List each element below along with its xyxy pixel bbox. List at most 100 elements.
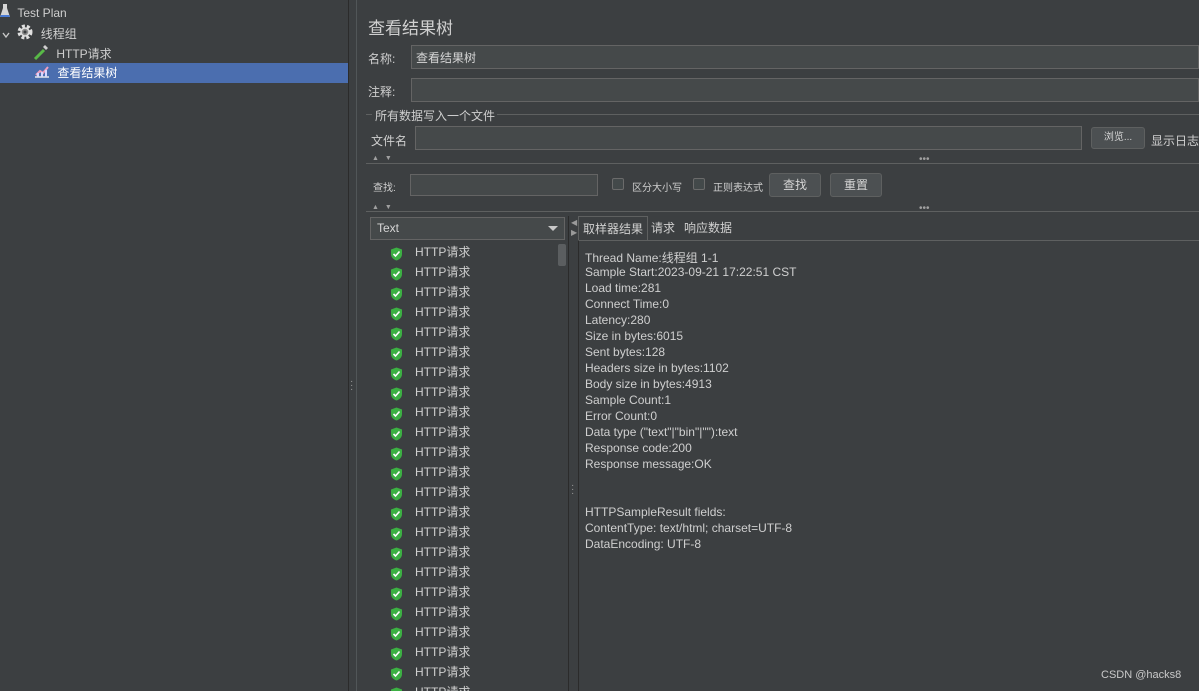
success-shield-icon xyxy=(390,323,409,343)
case-sensitive-checkbox[interactable] xyxy=(612,178,624,190)
success-shield-icon xyxy=(390,643,409,663)
file-name-field[interactable] xyxy=(415,126,1082,150)
result-item[interactable]: HTTP请求 xyxy=(370,562,568,582)
collapse-arrows-icon[interactable]: ▲ ▼ xyxy=(372,204,394,211)
sampler-result-line: Headers size in bytes:1102 xyxy=(585,361,729,375)
result-item-label: HTTP请求 xyxy=(415,405,471,419)
success-shield-icon xyxy=(390,523,409,543)
search-label: 查找: xyxy=(373,183,396,194)
result-item[interactable]: HTTP请求 xyxy=(370,402,568,422)
success-shield-icon xyxy=(390,503,409,523)
collapse-arrows-icon[interactable]: ▲ ▼ xyxy=(372,155,394,162)
result-item[interactable]: HTTP请求 xyxy=(370,662,568,682)
result-item[interactable]: HTTP请求 xyxy=(370,602,568,622)
result-item[interactable]: HTTP请求 xyxy=(370,382,568,402)
renderer-selected-value: Text xyxy=(377,221,400,235)
divider-grip-icon[interactable]: ••• xyxy=(919,203,930,214)
search-input[interactable] xyxy=(410,174,598,196)
result-item[interactable]: HTTP请求 xyxy=(370,422,568,442)
result-item[interactable]: HTTP请求 xyxy=(370,642,568,662)
tree-node-http-request[interactable]: HTTP请求 xyxy=(0,43,348,63)
result-item[interactable]: HTTP请求 xyxy=(370,582,568,602)
success-shield-icon xyxy=(390,543,409,563)
result-item-label: HTTP请求 xyxy=(415,645,471,659)
result-item[interactable]: HTTP请求 xyxy=(370,262,568,282)
chevron-down-icon[interactable] xyxy=(2,25,10,45)
result-item[interactable]: HTTP请求 xyxy=(370,482,568,502)
browse-button[interactable]: 浏览... xyxy=(1091,127,1145,149)
success-shield-icon xyxy=(390,563,409,583)
result-item[interactable]: HTTP请求 xyxy=(370,462,568,482)
result-item[interactable]: HTTP请求 xyxy=(370,242,568,262)
renderer-select[interactable]: Text xyxy=(370,217,565,240)
page-title: 查看结果树 xyxy=(368,19,453,38)
name-label: 名称: xyxy=(368,52,396,66)
results-list[interactable]: HTTP请求 HTTP请求 HTTP请求 HTTP请求 HTTP请求 HTTP请求 HTTP… xyxy=(370,242,568,691)
tree-node-view-results-tree[interactable]: 查看结果树 xyxy=(0,63,348,83)
sampler-result-line: Connect Time:0 xyxy=(585,297,670,311)
divider xyxy=(366,211,1199,212)
success-shield-icon xyxy=(390,263,409,283)
success-shield-icon xyxy=(390,483,409,503)
result-item[interactable]: HTTP请求 xyxy=(370,322,568,342)
tree-node-label: HTTP请求 xyxy=(56,47,112,62)
regex-checkbox[interactable] xyxy=(693,178,705,190)
result-item-label: HTTP请求 xyxy=(415,545,471,559)
splitter-grip-icon: · · · xyxy=(571,480,575,499)
result-item-label: HTTP请求 xyxy=(415,485,471,499)
results-scrollbar[interactable] xyxy=(558,244,566,266)
tab-sampler-result[interactable]: 取样器结果 xyxy=(578,216,649,241)
result-item[interactable]: HTTP请求 xyxy=(370,442,568,462)
tree-node-test-plan[interactable]: Test Plan xyxy=(0,3,348,23)
success-shield-icon xyxy=(390,443,409,463)
result-item-label: HTTP请求 xyxy=(415,325,471,339)
main-splitter[interactable]: · · · xyxy=(348,0,357,691)
result-item[interactable]: HTTP请求 xyxy=(370,502,568,522)
tab-request[interactable]: 请求 xyxy=(647,216,679,240)
file-name-label: 文件名 xyxy=(371,134,408,148)
comment-label: 注释: xyxy=(368,85,396,99)
name-field[interactable] xyxy=(411,45,1199,69)
sampler-result-line: Thread Name:线程组 1-1 xyxy=(585,251,719,265)
tree-node-thread-group[interactable]: 线程组 xyxy=(0,23,348,43)
group-border xyxy=(497,114,1199,115)
result-item-label: HTTP请求 xyxy=(415,385,471,399)
sampler-result-line: Data type ("text"|"bin"|""):text xyxy=(585,425,738,439)
success-shield-icon xyxy=(390,383,409,403)
find-button[interactable]: 查找 xyxy=(769,173,821,197)
result-item[interactable]: HTTP请求 xyxy=(370,342,568,362)
result-item-label: HTTP请求 xyxy=(415,465,471,479)
result-item[interactable]: HTTP请求 xyxy=(370,622,568,642)
reset-button[interactable]: 重置 xyxy=(830,173,882,197)
result-item-label: HTTP请求 xyxy=(415,625,471,639)
result-item-label: HTTP请求 xyxy=(415,245,471,259)
divider-grip-icon[interactable]: ••• xyxy=(919,154,930,165)
comment-field[interactable] xyxy=(411,78,1199,102)
sampler-result-line: Latency:280 xyxy=(585,313,651,327)
result-item[interactable]: HTTP请求 xyxy=(370,282,568,302)
result-item-label: HTTP请求 xyxy=(415,665,471,679)
result-item-label: HTTP请求 xyxy=(415,445,471,459)
sampler-result-text[interactable]: Thread Name:线程组 1-1 Sample Start:2023-09-… xyxy=(578,240,1199,691)
result-item[interactable]: HTTP请求 xyxy=(370,362,568,382)
tab-response-data[interactable]: 响应数据 xyxy=(680,216,736,240)
view-results-tree-panel: 查看结果树 名称: 注释: 所有数据写入一个文件 文件名 浏览... 显示日志 … xyxy=(357,0,1199,691)
splitter-arrows-icon[interactable]: ◀ ▶ xyxy=(571,218,577,238)
result-item[interactable]: HTTP请求 xyxy=(370,522,568,542)
sampler-result-line: ContentType: text/html; charset=UTF-8 xyxy=(585,521,793,535)
show-log-label: 显示日志 xyxy=(1151,134,1199,148)
result-item[interactable]: HTTP请求 xyxy=(370,682,568,691)
results-splitter[interactable]: ◀ ▶ · · · xyxy=(568,216,577,691)
group-border xyxy=(366,114,372,115)
success-shield-icon xyxy=(390,583,409,603)
result-item[interactable]: HTTP请求 xyxy=(370,302,568,322)
result-item-label: HTTP请求 xyxy=(415,425,471,439)
file-group-label: 所有数据写入一个文件 xyxy=(375,109,496,123)
success-shield-icon xyxy=(390,463,409,483)
result-item-label: HTTP请求 xyxy=(415,525,471,539)
sampler-result-line: Load time:281 xyxy=(585,281,662,295)
result-item[interactable]: HTTP请求 xyxy=(370,542,568,562)
test-plan-tree: Test Plan 线程组 HTTP请求 查看结果树 xyxy=(0,0,348,691)
result-item-label: HTTP请求 xyxy=(415,305,471,319)
result-item-label: HTTP请求 xyxy=(415,605,471,619)
